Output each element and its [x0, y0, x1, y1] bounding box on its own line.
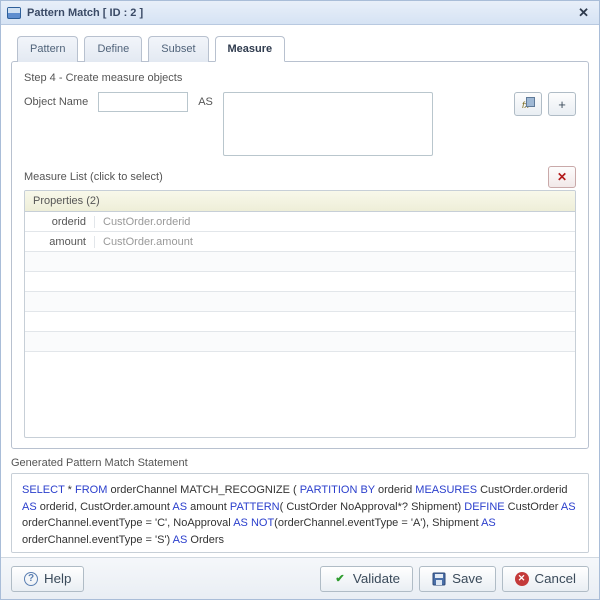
grid-row-empty	[25, 252, 575, 272]
tab-define[interactable]: Define	[84, 36, 142, 62]
grid-row[interactable]: amount CustOrder.amount	[25, 232, 575, 252]
object-name-input[interactable]	[98, 92, 188, 112]
property-name: amount	[25, 236, 95, 248]
buttonbar: ? Help ✔ Validate Save ✕ Cancel	[1, 557, 599, 599]
grid-header: Properties (2)	[25, 191, 575, 212]
generated-title: Generated Pattern Match Statement	[11, 457, 589, 469]
tab-subset[interactable]: Subset	[148, 36, 208, 62]
step-title: Step 4 - Create measure objects	[24, 72, 576, 84]
expression-builder-button[interactable]	[514, 92, 542, 116]
save-button[interactable]: Save	[419, 566, 495, 592]
help-icon: ?	[24, 572, 38, 586]
help-button[interactable]: ? Help	[11, 566, 84, 592]
as-textarea[interactable]	[223, 92, 433, 156]
tabstrip: Pattern Define Subset Measure	[11, 35, 589, 61]
cancel-icon: ✕	[515, 572, 529, 586]
generated-statement: SELECT * FROM orderChannel MATCH_RECOGNI…	[11, 473, 589, 553]
check-icon: ✔	[333, 572, 347, 586]
measure-list-header: Measure List (click to select) ✕	[24, 166, 576, 188]
add-button[interactable]: +	[548, 92, 576, 116]
grid-row[interactable]: orderid CustOrder.orderid	[25, 212, 575, 232]
save-icon	[432, 572, 446, 586]
save-label: Save	[452, 571, 482, 586]
pattern-match-dialog: Pattern Match [ ID : 2 ] ✕ Pattern Defin…	[0, 0, 600, 600]
measure-list-label: Measure List (click to select)	[24, 171, 548, 183]
window-title: Pattern Match [ ID : 2 ]	[27, 7, 574, 19]
tab-content-measure: Step 4 - Create measure objects Object N…	[11, 61, 589, 449]
property-value: CustOrder.orderid	[95, 216, 190, 228]
as-label: AS	[198, 92, 213, 108]
fx-icon	[521, 97, 535, 111]
grid-row-empty	[25, 292, 575, 312]
help-label: Help	[44, 571, 71, 586]
property-name: orderid	[25, 216, 95, 228]
grid-row-empty	[25, 312, 575, 332]
cancel-button[interactable]: ✕ Cancel	[502, 566, 590, 592]
property-value: CustOrder.amount	[95, 236, 193, 248]
grid-row-empty	[25, 272, 575, 292]
tab-measure[interactable]: Measure	[215, 36, 286, 62]
delete-button[interactable]: ✕	[548, 166, 576, 188]
validate-label: Validate	[353, 571, 400, 586]
tab-pattern[interactable]: Pattern	[17, 36, 78, 62]
close-icon[interactable]: ✕	[574, 5, 593, 21]
generated-section: Generated Pattern Match Statement SELECT…	[11, 457, 589, 553]
object-name-label: Object Name	[24, 92, 88, 108]
object-form-row: Object Name AS +	[24, 92, 576, 156]
titlebar: Pattern Match [ ID : 2 ] ✕	[1, 1, 599, 25]
grid-row-empty	[25, 332, 575, 352]
measure-grid: Properties (2) orderid CustOrder.orderid…	[24, 190, 576, 438]
cancel-label: Cancel	[535, 571, 577, 586]
validate-button[interactable]: ✔ Validate	[320, 566, 413, 592]
window-icon	[7, 7, 21, 19]
